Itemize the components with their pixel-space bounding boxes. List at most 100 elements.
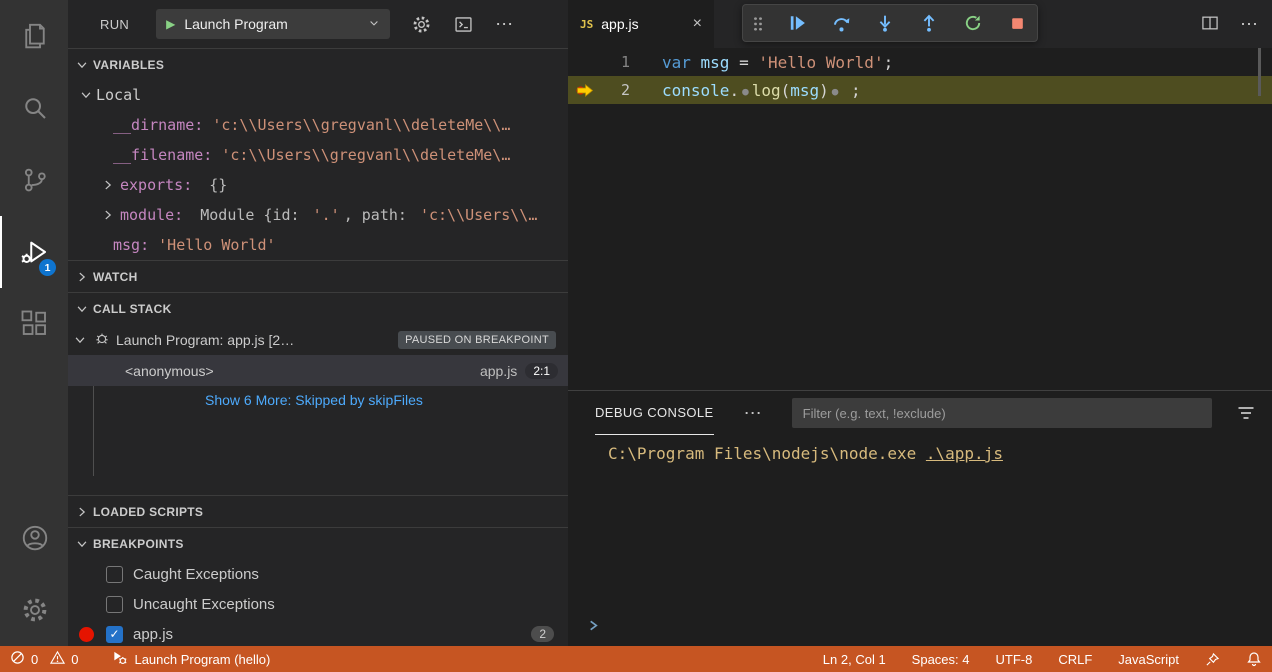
breakpoint-uncaught-exceptions[interactable]: Uncaught Exceptions — [68, 589, 568, 619]
checkbox-unchecked[interactable] — [106, 566, 123, 583]
activity-bar: 1 — [0, 0, 68, 646]
stack-frame-row[interactable]: <anonymous> app.js 2:1 — [68, 355, 568, 386]
filter-icon[interactable] — [1236, 403, 1256, 423]
chevron-icon — [78, 87, 94, 103]
variable-module[interactable]: module: Module {id: '.', path: 'c:\\User… — [68, 200, 568, 230]
activity-explorer[interactable] — [0, 0, 68, 72]
activity-search[interactable] — [0, 72, 68, 144]
stop-button[interactable] — [1007, 13, 1027, 33]
more-actions-icon[interactable]: ⋯ — [495, 19, 513, 29]
panel-header: DEBUG CONSOLE ⋯ — [568, 391, 1272, 435]
chevron-icon — [72, 332, 88, 348]
continue-button[interactable] — [787, 13, 807, 33]
extensions-icon — [20, 309, 50, 339]
frame-position-badge: 2:1 — [525, 363, 558, 379]
checkbox-checked[interactable]: ✓ — [106, 626, 123, 643]
activity-accounts[interactable] — [0, 502, 68, 574]
breakpoints-header[interactable]: BREAKPOINTS — [68, 528, 568, 559]
breakpoint-appjs[interactable]: ✓ app.js 2 — [68, 619, 568, 646]
chevron-right-icon — [100, 207, 116, 223]
console-filter-input[interactable] — [792, 398, 1212, 428]
call-stack-header[interactable]: CALL STACK — [68, 293, 568, 324]
variable-filename[interactable]: __filename: 'c:\\Users\\gregvanl\\delete… — [68, 140, 568, 170]
variable-msg[interactable]: msg: 'Hello World' — [68, 230, 568, 260]
frame-name: <anonymous> — [125, 363, 214, 379]
sidebar-toolbar: RUN ▶ Launch Program ⋯ — [68, 0, 568, 48]
indentation[interactable]: Spaces: 4 — [912, 652, 970, 667]
cursor-position[interactable]: Ln 2, Col 1 — [823, 652, 886, 667]
variables-header[interactable]: VARIABLES — [68, 49, 568, 80]
search-icon — [20, 93, 50, 123]
debug-session-row[interactable]: Launch Program: app.js [2… PAUSED ON BRE… — [68, 324, 568, 355]
tab-debug-console[interactable]: DEBUG CONSOLE — [595, 391, 714, 435]
error-icon — [10, 650, 25, 668]
split-editor-icon[interactable] — [1200, 13, 1220, 36]
session-label: Launch Program: app.js [2… — [116, 332, 294, 348]
notifications-bell-icon[interactable] — [1246, 651, 1262, 667]
warning-icon — [50, 650, 65, 668]
loaded-scripts-section: LOADED SCRIPTS — [68, 495, 568, 527]
editor[interactable]: 1 var msg = 'Hello World'; 2 console.●lo… — [568, 48, 1272, 390]
scope-local[interactable]: Local — [68, 80, 568, 110]
step-over-button[interactable] — [831, 13, 851, 33]
inline-breakpoint-icon[interactable]: ● — [742, 85, 749, 98]
show-more-link[interactable]: Show 6 More: Skipped by skipFiles — [68, 386, 568, 413]
feedback-icon[interactable] — [1205, 652, 1220, 667]
chevron-icon — [74, 301, 90, 317]
open-debug-console-icon[interactable] — [453, 14, 474, 35]
run-debug-sidebar: RUN ▶ Launch Program ⋯ VARIABLES — [68, 0, 568, 646]
drag-handle-icon[interactable] — [753, 15, 763, 31]
step-into-button[interactable] — [875, 13, 895, 33]
close-icon[interactable]: × — [693, 15, 702, 33]
tree-indent-guide — [93, 386, 94, 476]
inline-breakpoint-icon[interactable]: ● — [832, 85, 839, 98]
debug-console-panel: DEBUG CONSOLE ⋯ C:\Program Files\nodejs\… — [568, 390, 1272, 646]
editor-actions: ⋯ — [1200, 0, 1258, 48]
debug-session-icon — [94, 330, 110, 349]
debug-status-icon — [112, 650, 127, 668]
chevron-icon — [74, 536, 90, 552]
activity-settings[interactable] — [0, 574, 68, 646]
console-file-link[interactable]: .\app.js — [926, 444, 1003, 463]
sidebar-title: RUN — [100, 17, 129, 32]
console-output-line: C:\Program Files\nodejs\node.exe .\app.j… — [568, 444, 1272, 463]
variable-dirname[interactable]: __dirname: 'c:\\Users\\gregvanl\\deleteM… — [68, 110, 568, 140]
breakpoint-icon — [79, 627, 94, 642]
variable-exports[interactable]: exports: {} — [68, 170, 568, 200]
activity-run-debug[interactable]: 1 — [0, 216, 68, 288]
line-number: 2 — [602, 81, 630, 99]
debug-status[interactable]: Launch Program (hello) — [112, 650, 270, 668]
frame-file: app.js — [480, 363, 517, 379]
js-file-icon: JS — [580, 18, 593, 31]
chevron-icon — [74, 57, 90, 73]
launch-config-select[interactable]: ▶ Launch Program — [156, 9, 390, 39]
activity-extensions[interactable] — [0, 288, 68, 360]
chevron-down-icon — [368, 16, 380, 32]
chevron-right-icon — [74, 269, 90, 285]
more-actions-icon[interactable]: ⋯ — [744, 408, 762, 418]
problems-status[interactable]: 0 0 — [10, 650, 78, 668]
breakpoint-caught-exceptions[interactable]: Caught Exceptions — [68, 559, 568, 589]
eol-sequence[interactable]: CRLF — [1058, 652, 1092, 667]
editor-scrollbar[interactable] — [1258, 48, 1261, 96]
breakpoint-count-badge: 2 — [531, 626, 554, 642]
console-input-row[interactable] — [586, 618, 601, 636]
checkbox-unchecked[interactable] — [106, 596, 123, 613]
gear-icon[interactable] — [411, 14, 432, 35]
language-mode[interactable]: JavaScript — [1118, 652, 1179, 667]
tab-bar: JS app.js × ⋯ — [568, 0, 1272, 48]
watch-header[interactable]: WATCH — [68, 261, 568, 292]
more-actions-icon[interactable]: ⋯ — [1240, 19, 1258, 29]
status-bar: 0 0 Launch Program (hello) Ln 2, Col 1 S… — [0, 646, 1272, 672]
loaded-scripts-header[interactable]: LOADED SCRIPTS — [68, 496, 568, 527]
settings-gear-icon — [20, 595, 50, 625]
restart-button[interactable] — [963, 13, 983, 33]
code-line-1: 1 var msg = 'Hello World'; — [568, 48, 1272, 76]
debug-current-line-arrow-icon[interactable] — [568, 83, 602, 98]
tab-appjs[interactable]: JS app.js × — [568, 0, 714, 48]
watch-section: WATCH — [68, 260, 568, 292]
chevron-right-icon — [100, 177, 116, 193]
activity-source-control[interactable] — [0, 144, 68, 216]
encoding[interactable]: UTF-8 — [996, 652, 1033, 667]
step-out-button[interactable] — [919, 13, 939, 33]
